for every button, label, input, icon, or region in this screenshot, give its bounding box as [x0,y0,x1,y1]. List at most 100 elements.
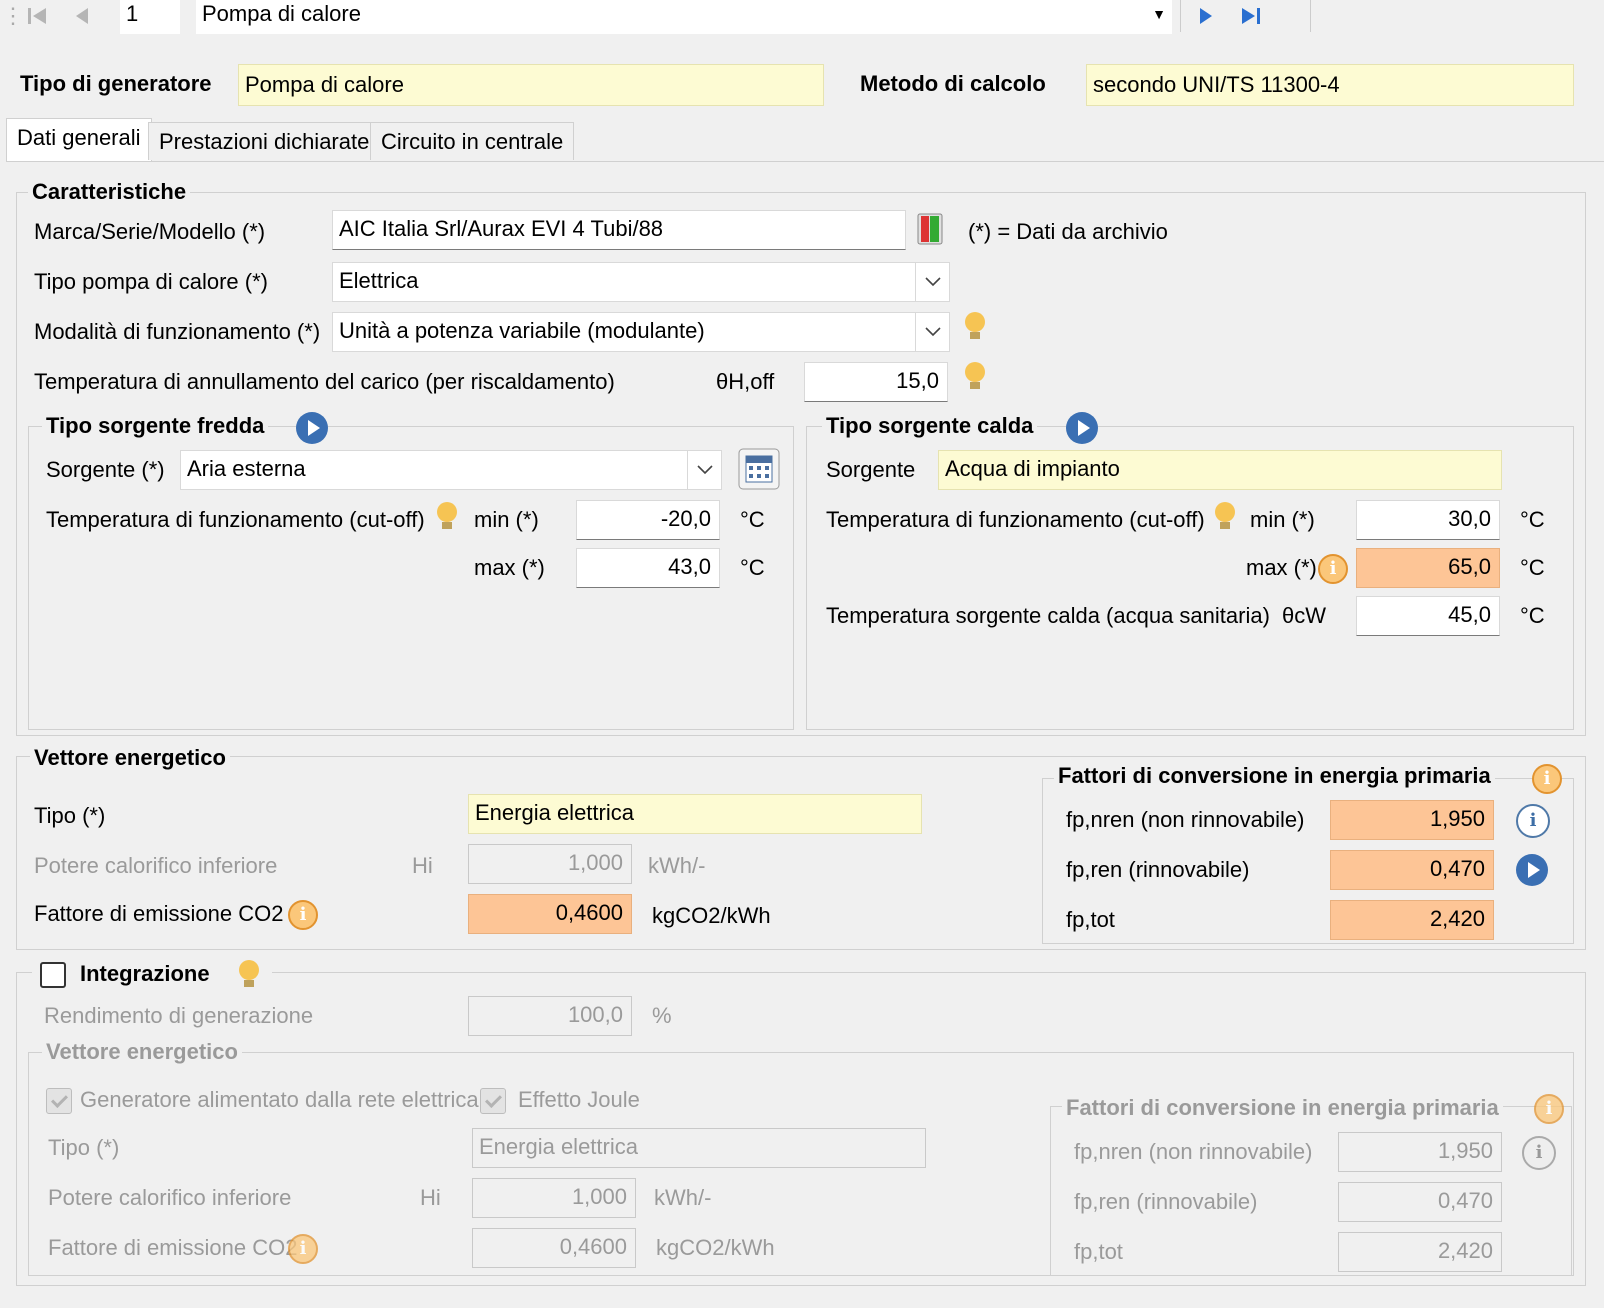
sorgente-calda-field: Acqua di impianto [938,450,1502,490]
sorgente-calda-label: Sorgente [826,457,916,482]
sorgente-calda-min-field[interactable]: 30,0 [1356,500,1500,540]
sorgente-calda-min-unit: °C [1520,507,1545,532]
integrazione-fp-nren-field: 1,950 [1338,1132,1502,1172]
vettore-tipo-label: Tipo (*) [34,803,106,828]
integrazione-fp-ren-label: fp,ren (rinnovabile) [1074,1189,1258,1214]
metodo-calcolo-label: Metodo di calcolo [860,71,1046,96]
chevron-down-icon[interactable] [687,451,721,489]
rete-elettrica-checkbox [46,1088,72,1114]
modalita-label: Modalità di funzionamento (*) [34,319,321,344]
sorgente-calda-min-label: min (*) [1250,507,1315,532]
temp-annull-label: Temperatura di annullamento del carico (… [34,369,615,394]
grip-icon: ⋮ [2,3,24,28]
archive-book-icon[interactable] [912,210,948,248]
chevron-down-icon[interactable] [915,313,949,351]
sorgente-calda-temp-label: Temperatura di funzionamento (cut-off) [826,507,1205,532]
integrazione-emissione-label: Fattore di emissione CO2 [48,1235,298,1260]
info-icon[interactable]: i [1516,804,1550,838]
dropdown-arrow-icon[interactable]: ▼ [1152,0,1166,32]
info-icon[interactable]: i [1532,764,1562,794]
marca-label: Marca/Serie/Modello (*) [34,219,266,244]
lightbulb-hint-icon[interactable] [962,360,988,394]
modalita-value: Unità a potenza variabile (modulante) [339,318,705,343]
lightbulb-hint-icon[interactable] [962,310,988,344]
play-circle-icon[interactable] [1516,854,1548,886]
marca-field[interactable]: AIC Italia Srl/Aurax EVI 4 Tubi/88 [332,210,906,250]
fp-ren-field[interactable]: 0,470 [1330,850,1494,890]
integrazione-emissione-unit: kgCO2/kWh [656,1235,775,1260]
last-record-icon[interactable] [1238,4,1266,28]
sorgente-fredda-min-field[interactable]: -20,0 [576,500,720,540]
tab-circuito-centrale[interactable]: Circuito in centrale [370,122,575,160]
tipo-generatore-label: Tipo di generatore [20,71,212,96]
vettore-potere-symbol: Hi [412,853,433,878]
next-record-icon[interactable] [1194,4,1218,28]
record-name-value: Pompa di calore [202,1,361,26]
record-number-field[interactable]: 1 [120,0,180,34]
play-circle-icon[interactable] [296,412,328,444]
vettore-title: Vettore energetico [30,744,230,772]
info-icon[interactable]: i [288,900,318,930]
acs-label: Temperatura sorgente calda (acqua sanita… [826,603,1270,628]
info-icon: i [1522,1136,1556,1170]
fp-tot-field[interactable]: 2,420 [1330,900,1494,940]
play-circle-icon[interactable] [1066,412,1098,444]
tipo-pompa-value: Elettrica [339,268,419,293]
integrazione-title: Integrazione [80,961,210,986]
tab-dati-generali[interactable]: Dati generali [6,118,152,162]
previous-record-icon[interactable] [70,4,94,28]
temp-annull-field[interactable]: 15,0 [804,362,948,402]
acs-unit: °C [1520,603,1545,628]
vettore-emissione-field[interactable]: 0,4600 [468,894,632,934]
rendimento-field: 100,0 [468,996,632,1036]
sorgente-fredda-value: Aria esterna [187,456,306,481]
tab-panel-border [6,161,1604,162]
first-record-icon[interactable] [24,4,50,28]
integrazione-potere-unit: kWh/- [654,1185,712,1210]
integrazione-emissione-field: 0,4600 [472,1228,636,1268]
sorgente-fredda-select[interactable]: Aria esterna [180,450,722,490]
sorgente-fredda-max-label: max (*) [474,555,545,580]
temp-annull-symbol: θH,off [716,369,775,394]
lightbulb-hint-icon[interactable] [1212,500,1238,534]
info-icon[interactable]: i [1318,554,1348,584]
sorgente-calda-title: Tipo sorgente calda [822,412,1038,440]
vettore-potere-unit: kWh/- [648,853,706,878]
integrazione-tipo-field: Energia elettrica [472,1128,926,1168]
toolbar-separator [1310,0,1311,32]
sorgente-fredda-min-label: min (*) [474,507,539,532]
rete-elettrica-label: Generatore alimentato dalla rete elettri… [80,1087,479,1112]
fp-nren-field[interactable]: 1,950 [1330,800,1494,840]
lightbulb-hint-icon[interactable] [434,500,460,534]
record-name-select[interactable]: Pompa di calore ▼ [196,0,1172,34]
tipo-pompa-select[interactable]: Elettrica [332,262,950,302]
sorgente-fredda-min-unit: °C [740,507,765,532]
tipo-pompa-label: Tipo pompa di calore (*) [34,269,268,294]
calculator-icon[interactable] [738,448,780,490]
tipo-generatore-field: Pompa di calore [238,64,824,106]
sorgente-calda-max-field[interactable]: 65,0 [1356,548,1500,588]
integrazione-potere-symbol: Hi [420,1185,441,1210]
effetto-joule-label: Effetto Joule [518,1087,640,1112]
integrazione-checkbox[interactable] [40,962,66,988]
record-navigator: ⋮ 1 Pompa di calore ▼ [0,0,1604,34]
vettore-potere-label: Potere calorifico inferiore [34,853,278,878]
acs-field[interactable]: 45,0 [1356,596,1500,636]
integrazione-potere-label: Potere calorifico inferiore [48,1185,292,1210]
integrazione-fp-ren-field: 0,470 [1338,1182,1502,1222]
integrazione-fattori-title: Fattori di conversione in energia primar… [1062,1094,1503,1122]
integrazione-fp-tot-field: 2,420 [1338,1232,1502,1272]
sorgente-fredda-max-field[interactable]: 43,0 [576,548,720,588]
tab-prestazioni-dichiarate[interactable]: Prestazioni dichiarate [148,122,381,160]
rendimento-unit: % [652,1003,672,1028]
integrazione-tipo-label: Tipo (*) [48,1135,120,1160]
modalita-select[interactable]: Unità a potenza variabile (modulante) [332,312,950,352]
effetto-joule-checkbox [480,1088,506,1114]
fp-ren-label: fp,ren (rinnovabile) [1066,857,1250,882]
toolbar-separator [1180,0,1181,32]
integrazione-vettore-title: Vettore energetico [42,1038,242,1066]
lightbulb-hint-icon[interactable] [236,958,262,992]
fp-nren-label: fp,nren (non rinnovabile) [1066,807,1305,832]
chevron-down-icon[interactable] [915,263,949,301]
vettore-emissione-label: Fattore di emissione CO2 [34,901,284,926]
